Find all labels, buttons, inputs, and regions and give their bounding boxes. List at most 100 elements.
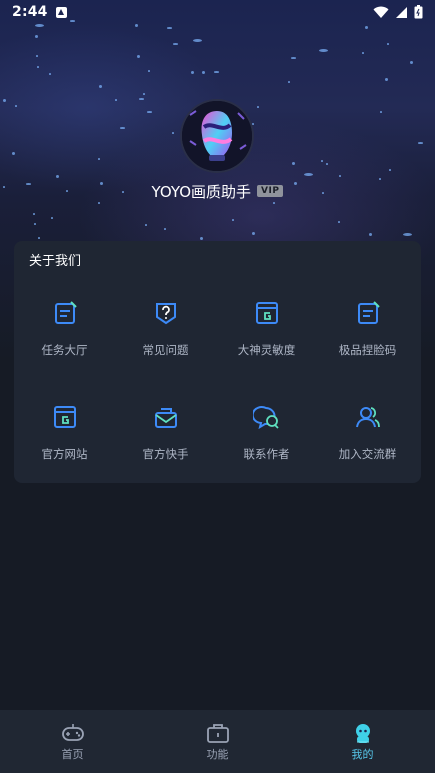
star-dot [193, 39, 202, 42]
star-dot [98, 202, 100, 204]
profile-name-row: YOYO画质助手 VIP [0, 180, 435, 202]
star-dot [49, 73, 51, 75]
wifi-icon [373, 6, 389, 18]
star-dot [385, 78, 388, 81]
star-dot [15, 105, 17, 107]
star-dot [214, 71, 219, 73]
section-title: 关于我们 [29, 254, 82, 269]
star-dot [380, 111, 382, 113]
star-dot [291, 57, 296, 59]
star-dot [387, 43, 389, 45]
g-window-icon [53, 406, 76, 428]
star-dot [389, 169, 391, 171]
star-dot [172, 132, 174, 134]
chat-bubbles-icon [252, 406, 279, 430]
star-dot [338, 221, 340, 223]
grid-item-label: 官方快手 [142, 447, 189, 461]
star-dot [120, 127, 125, 129]
battery-icon [414, 5, 423, 19]
grid-item-label: 大神灵敏度 [237, 343, 296, 357]
star-dot [191, 71, 194, 74]
star-dot [418, 142, 423, 144]
status-time: 2:44 [12, 4, 48, 20]
users-icon [355, 407, 380, 428]
toolbox-icon [206, 724, 229, 743]
tab-mine[interactable]: 我的 [290, 710, 435, 773]
star-dot [288, 81, 290, 83]
star-dot [147, 111, 152, 113]
star-dot [35, 24, 44, 27]
star-dot [252, 232, 255, 235]
notification-icon [55, 6, 67, 18]
star-dot [173, 43, 178, 45]
star-dot [326, 163, 328, 165]
edit-list-icon [357, 301, 380, 324]
bottom-tab-bar: 首页 功能 我的 [0, 710, 435, 773]
star-dot [362, 52, 364, 54]
star-dot [369, 233, 372, 236]
gamepad-icon [61, 724, 84, 741]
star-dot [164, 228, 166, 230]
grid-item-kuaishou[interactable]: 官方快手 [115, 393, 216, 473]
grid-item-official-site[interactable]: 官方网站 [14, 393, 115, 473]
star-dot [35, 35, 38, 38]
star-dot [143, 93, 145, 95]
star-dot [139, 98, 144, 100]
tab-label: 首页 [61, 748, 84, 761]
tab-features[interactable]: 功能 [145, 710, 290, 773]
star-dot [148, 70, 150, 72]
mascot-icon [355, 724, 370, 743]
star-dot [321, 160, 323, 162]
star-dot [365, 26, 368, 29]
signal-icon [396, 6, 407, 18]
grid-item-label: 极品捏脸码 [338, 343, 397, 357]
star-dot [12, 152, 15, 155]
star-dot [232, 219, 234, 221]
star-dot [34, 223, 36, 225]
star-dot [202, 71, 205, 74]
star-dot [135, 24, 138, 27]
star-dot [145, 224, 147, 226]
username: YOYO画质助手 [151, 182, 252, 201]
star-dot [200, 237, 203, 240]
star-dot [115, 99, 117, 101]
star-dot [56, 175, 59, 178]
grid-item-sensitivity[interactable]: 大神灵敏度 [216, 289, 317, 369]
grid-item-task-hall[interactable]: 任务大厅 [14, 289, 115, 369]
star-dot [98, 158, 100, 160]
grid-item-join-group[interactable]: 加入交流群 [317, 393, 418, 473]
tab-home[interactable]: 首页 [0, 710, 145, 773]
status-bar: 2:44 [0, 0, 435, 24]
grid-item-faq[interactable]: 常见问题 [115, 289, 216, 369]
star-dot [167, 27, 172, 29]
grid-item-face-codes[interactable]: 极品捏脸码 [317, 289, 418, 369]
star-dot [410, 61, 413, 64]
grid-item-label: 加入交流群 [338, 447, 397, 461]
star-dot [51, 217, 53, 219]
star-dot [38, 237, 40, 239]
vip-badge: VIP [257, 185, 284, 197]
star-dot [257, 106, 259, 108]
star-dot [319, 49, 328, 52]
mail-icon [154, 408, 177, 428]
question-shield-icon [155, 303, 176, 325]
star-dot [273, 202, 275, 204]
star-dot [36, 55, 38, 57]
task-list-icon [54, 301, 77, 324]
grid-item-label: 常见问题 [142, 343, 189, 357]
about-us-card: 关于我们 任务大厅 常见问题 大神灵敏度 极品捏脸码 官方网站 官方快手 联系作… [14, 241, 421, 483]
star-dot [304, 173, 313, 176]
tab-label: 我的 [351, 748, 374, 761]
grid-item-contact-author[interactable]: 联系作者 [216, 393, 317, 473]
grid-item-label: 官方网站 [41, 447, 88, 461]
grid-item-label: 任务大厅 [41, 343, 88, 357]
star-dot [99, 85, 102, 88]
star-dot [403, 233, 412, 236]
star-dot [252, 123, 254, 125]
g-window-icon [255, 302, 278, 324]
avatar[interactable] [182, 101, 252, 171]
star-dot [339, 175, 341, 177]
star-dot [292, 162, 295, 165]
star-dot [3, 99, 6, 102]
star-dot [37, 66, 39, 68]
